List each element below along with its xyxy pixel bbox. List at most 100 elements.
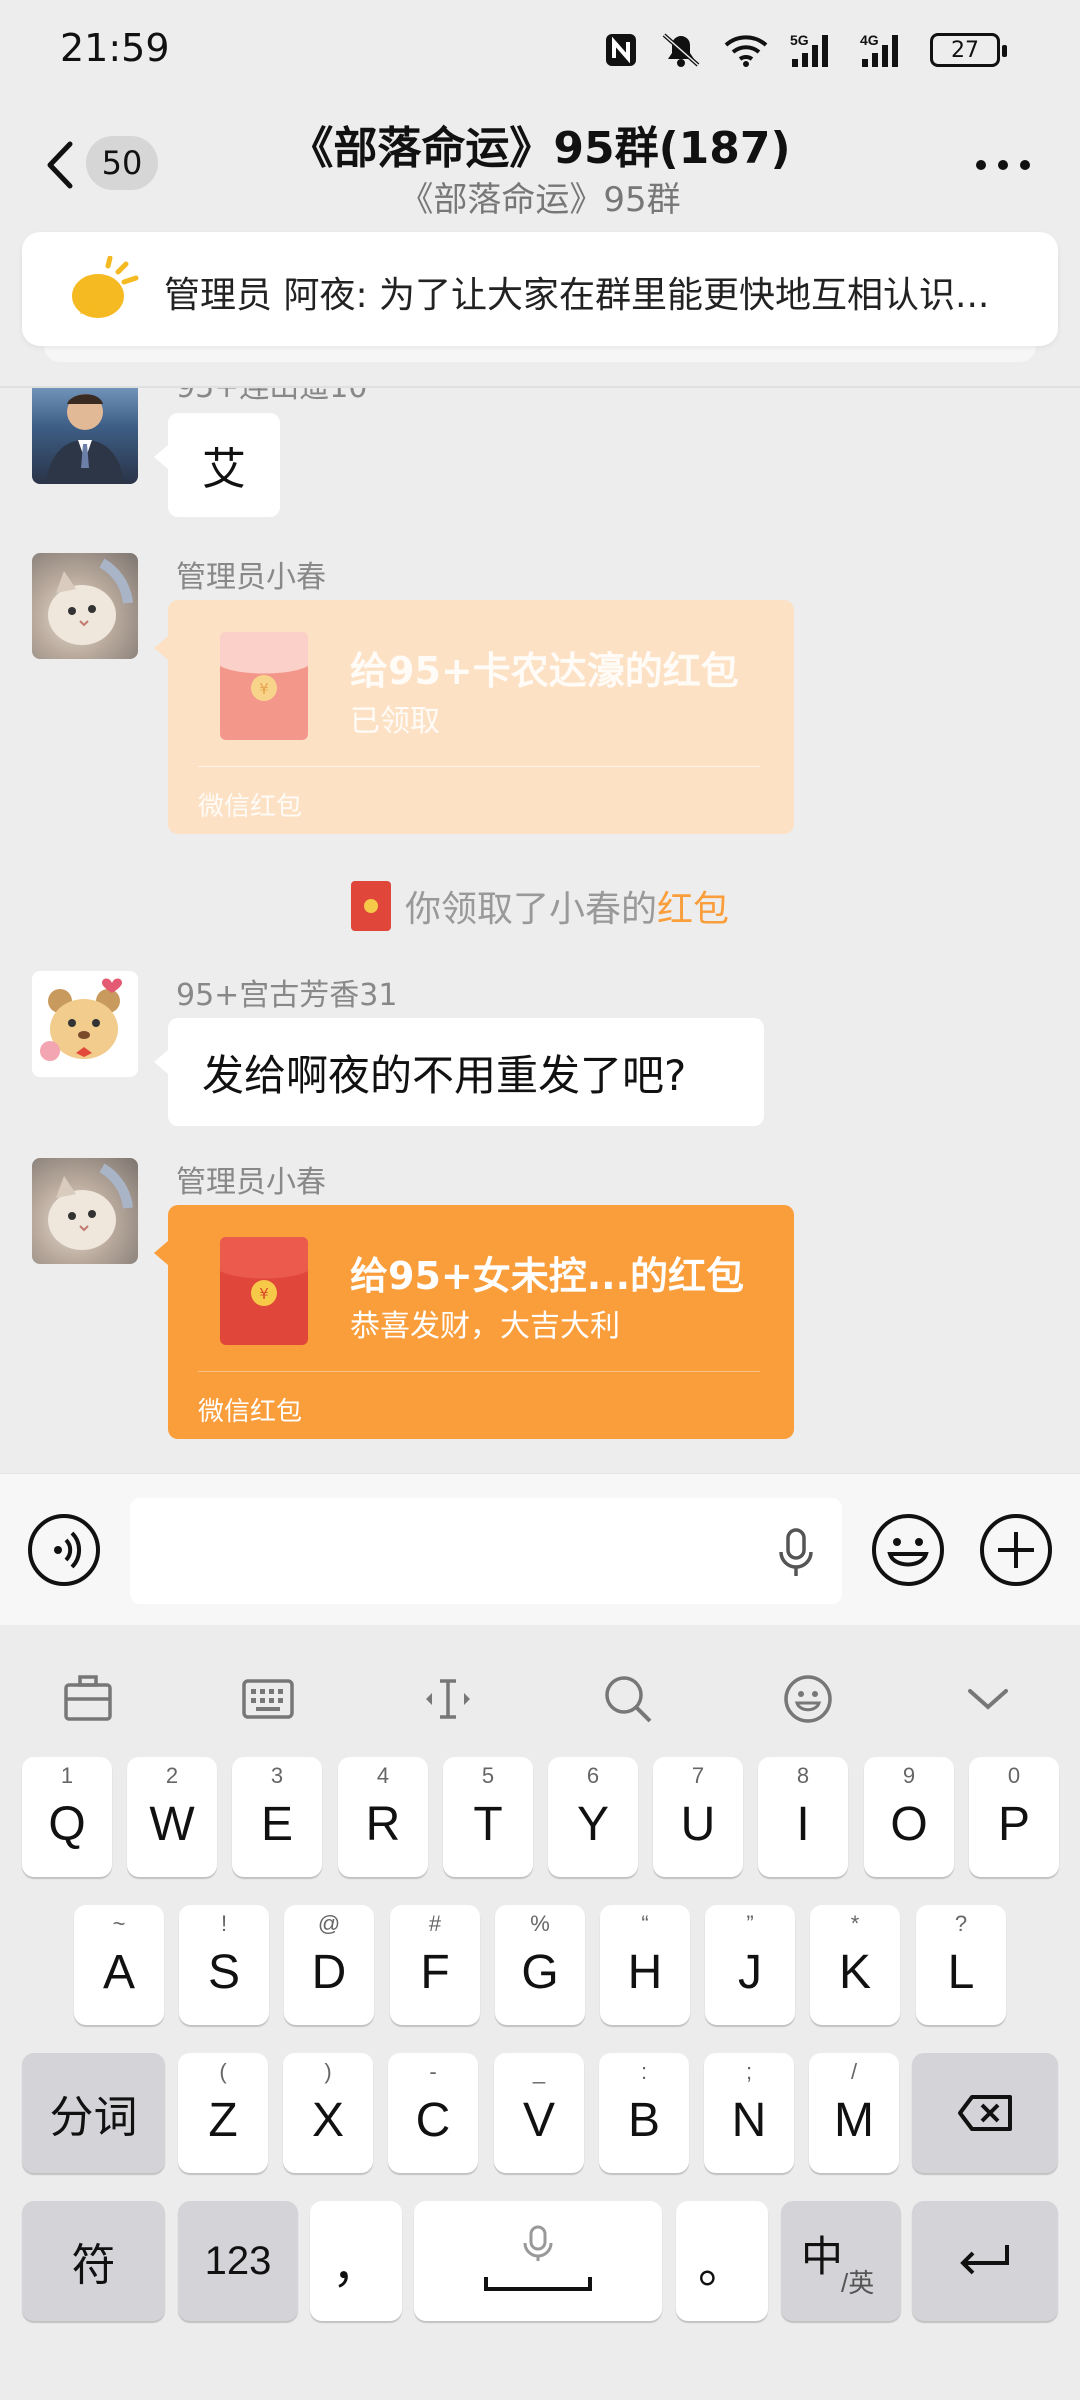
message-item: 管理员小春 ¥ 给95+卡农达濠的红包 已领取 微信红包 [0,553,1080,834]
key-letter: E [260,1797,293,1851]
key-a[interactable]: ~ A [74,1905,164,2025]
key-b[interactable]: :B [599,2053,689,2173]
sender-name: 95+宫古芳香31 [176,978,398,1013]
message-bubble[interactable]: 发给啊夜的不用重发了吧? [154,1018,764,1126]
red-packet-title: 给95+女未控...的红包 [350,1254,745,1298]
5g-signal-icon: 5G [790,32,828,67]
svg-text:4G: 4G [860,32,879,48]
wifi-icon [724,35,768,67]
chat-subtitle: 《部落命运》95群 [399,180,681,220]
key-k[interactable]: * K [810,1905,900,2025]
emoji-button-icon[interactable] [870,1512,946,1588]
key-j[interactable]: ” J [705,1905,795,2025]
svg-text:5G: 5G [790,32,809,48]
key-space[interactable] [414,2201,662,2321]
red-packet-unclaimed[interactable]: ¥ 给95+女未控...的红包 恭喜发财，大吉大利 微信红包 [154,1205,794,1439]
key-numbers[interactable]: 123 [178,2201,298,2321]
collapse-icon[interactable] [958,1669,1018,1729]
voice-toggle-button[interactable] [28,1514,100,1586]
key-hint: ! [220,1911,228,1936]
key-u[interactable]: 7U [653,1757,743,1877]
mic-icon[interactable] [776,1526,816,1580]
more-options-button[interactable] [976,160,1030,170]
voice-wave-icon [54,1531,82,1569]
key-f[interactable]: # F [390,1905,480,2025]
red-packet-status: 已领取 [350,704,440,739]
key-period[interactable]: 。 [676,2201,768,2321]
cursor-icon[interactable] [418,1669,478,1729]
key-enter[interactable] [912,2201,1058,2321]
key-comma[interactable]: ， [310,2201,402,2321]
avatar-cat-icon [48,1163,133,1250]
key-language-switch[interactable]: 中 /英 [781,2201,901,2321]
key-m[interactable]: / M [809,2053,899,2173]
nfc-icon [606,34,636,66]
key-h[interactable]: “H [600,1905,690,2025]
clipboard-icon[interactable] [58,1669,118,1729]
key-y[interactable]: 6Y [548,1757,638,1877]
backspace-icon [958,2095,1012,2131]
key-z[interactable]: (Z [178,2053,268,2173]
key-backspace[interactable] [912,2053,1058,2173]
key-i[interactable]: 8I [758,1757,848,1877]
message-list[interactable]: 95+连山遥10 艾 管理员小春 ¥ 给95+卡农达濠的红包 已领取 微信红包 … [0,388,1080,1473]
system-message: 你领取了小春的红包 [0,876,1080,936]
key-r[interactable]: 4R [338,1757,428,1877]
avatar[interactable] [32,388,138,484]
message-bubble[interactable]: 艾 [154,413,280,517]
key-e[interactable]: 3E [232,1757,322,1877]
key-q[interactable]: 1Q [22,1757,112,1877]
key-hint: 3 [270,1763,284,1788]
key-hint: ; [745,2059,753,2084]
status-bar: 21:59 5G 4G 27 [0,0,1080,100]
chat-header: 50 《部落命运》95群(187) 《部落命运》95群 [0,100,1080,230]
key-n[interactable]: ; N [704,2053,794,2173]
key-c[interactable]: -C [388,2053,478,2173]
key-l[interactable]: ? L [916,1905,1006,2025]
key-v[interactable]: _ V [494,2053,584,2173]
message-input[interactable] [130,1498,842,1604]
key-x[interactable]: ) X [283,2053,373,2173]
red-packet-footer: 微信红包 [198,792,303,822]
keyboard-icon[interactable] [238,1669,298,1729]
search-icon[interactable] [598,1669,658,1729]
key-hint: 4 [376,1763,390,1788]
plus-button-icon[interactable] [978,1512,1054,1588]
key-symbols[interactable]: 符 [22,2201,165,2321]
soft-keyboard: 1 Q 2 W 3 E 4 R 5 T 6 Y 7 U 8 I 9 O 0 P ~ A! S @ D # F% G “H” J * K? L(Z… [0,1625,1080,2400]
key-d[interactable]: @ D [284,1905,374,2025]
key-hint: 8 [796,1763,810,1788]
key-fenci[interactable]: 分词 [22,2053,165,2173]
red-packet-claimed[interactable]: ¥ 给95+卡农达濠的红包 已领取 微信红包 [154,600,794,834]
group-announcement[interactable]: 管理员 阿夜: 为了让大家在群里能更快地互相认识... [22,232,1058,346]
key-hint: 6 [586,1763,600,1788]
key-letter: H [627,1945,663,1999]
emoji-icon[interactable] [778,1669,838,1729]
key-w[interactable]: 2W [127,1757,217,1877]
key-t[interactable]: 5T [443,1757,533,1877]
key-letter: C [415,2093,451,2147]
key-p[interactable]: 0P [969,1757,1059,1877]
avatar[interactable] [32,1158,138,1264]
system-message-link[interactable]: 红包 [657,889,729,930]
key-o[interactable]: 9O [864,1757,954,1877]
key-letter: Q [48,1797,86,1851]
key-hint: 9 [902,1763,916,1788]
key-hint: 1 [60,1763,74,1788]
key-hint: _ [532,2059,546,2084]
key-g[interactable]: % G [495,1905,585,2025]
key-letter: J [738,1945,762,1999]
space-mic-icon [484,2225,592,2291]
key-letter: L [947,1945,975,1999]
avatar[interactable] [32,553,138,659]
wechat-group-chat-screen: { "status_bar": { "time": "21:59", "batt… [0,0,1080,2400]
key-letter: Z [208,2093,238,2147]
key-letter: K [838,1945,871,1999]
key-letter: G [521,1945,559,1999]
key-hint: ” [746,1911,754,1936]
enter-icon [960,2245,1009,2275]
key-s[interactable]: ! S [179,1905,269,2025]
message-item: 95+连山遥10 艾 [0,388,1080,528]
svg-text:¥: ¥ [259,1285,269,1303]
avatar[interactable] [32,971,138,1077]
